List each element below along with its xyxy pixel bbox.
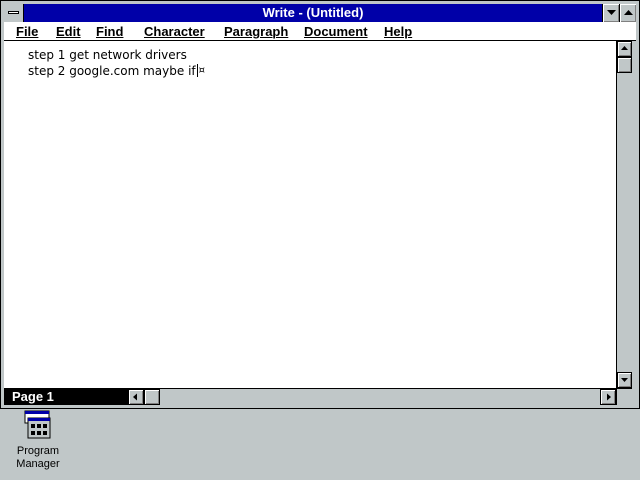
arrow-right-icon	[607, 393, 611, 401]
minimize-arrow-icon	[607, 10, 616, 15]
document-line: step 1 get network drivers	[28, 47, 187, 63]
maximize-arrow-icon	[624, 10, 633, 15]
system-menu-button[interactable]	[4, 4, 24, 22]
end-mark-icon: ¤	[198, 65, 206, 76]
document-area[interactable]: step 1 get network drivers step 2 google…	[4, 41, 616, 388]
desktop-icon-program-manager[interactable]: Program Manager	[12, 410, 64, 474]
vertical-scrollbar[interactable]	[616, 41, 632, 388]
arrow-down-icon	[621, 378, 628, 382]
horizontal-scroll-thumb[interactable]	[144, 389, 160, 405]
scroll-left-button[interactable]	[128, 389, 144, 405]
window-title: Write - (Untitled)	[262, 5, 364, 20]
menu-paragraph[interactable]: Paragraph	[224, 23, 288, 40]
page-indicator: Page 1	[4, 389, 128, 405]
document-line-text: step 1 get network drivers	[28, 48, 187, 62]
menu-file[interactable]: File	[16, 23, 38, 40]
scrollbar-corner	[616, 388, 632, 405]
document-line: step 2 google.com maybe if ¤	[28, 63, 205, 79]
horizontal-scrollbar[interactable]	[128, 389, 616, 405]
program-manager-icon	[24, 410, 54, 440]
document-line-text: step 2 google.com maybe if	[28, 64, 196, 78]
scroll-right-button[interactable]	[600, 389, 616, 405]
scroll-down-button[interactable]	[617, 372, 632, 388]
status-bar: Page 1	[4, 388, 616, 405]
vertical-scroll-thumb[interactable]	[617, 57, 632, 73]
arrow-left-icon	[133, 393, 137, 401]
desktop-icon-label: Program Manager	[16, 445, 60, 470]
maximize-button[interactable]	[619, 4, 636, 22]
menu-bar: File Edit Find Character Paragraph Docum…	[4, 22, 636, 41]
menu-help[interactable]: Help	[384, 23, 412, 40]
write-window: Write - (Untitled) File Edit Find Charac…	[0, 0, 640, 409]
arrow-up-icon	[621, 46, 628, 50]
menu-find[interactable]: Find	[96, 23, 123, 40]
minimize-button[interactable]	[602, 4, 619, 22]
menu-document[interactable]: Document	[304, 23, 368, 40]
menu-edit[interactable]: Edit	[56, 23, 81, 40]
system-menu-icon	[8, 11, 19, 14]
menu-character[interactable]: Character	[144, 23, 205, 40]
scroll-up-button[interactable]	[617, 41, 632, 57]
text-cursor	[196, 64, 198, 77]
title-bar[interactable]: Write - (Untitled)	[4, 4, 636, 22]
